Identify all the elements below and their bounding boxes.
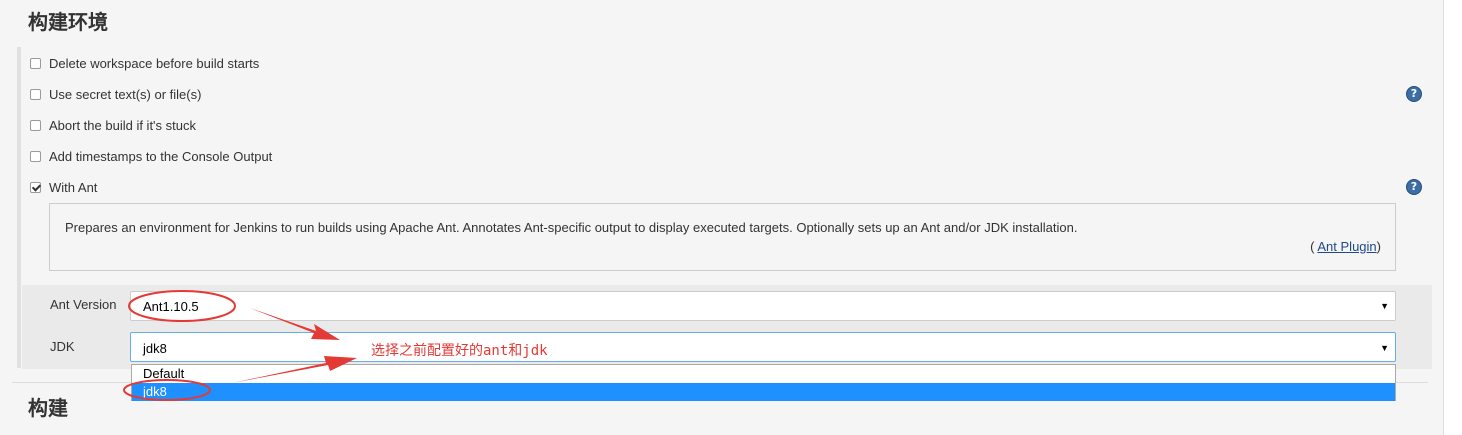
ant-description-text: Prepares an environment for Jenkins to r… [65, 220, 1078, 235]
ant-version-select[interactable]: Ant1.10.5 ▼ [130, 291, 1396, 321]
option-delete-workspace[interactable]: Delete workspace before build starts [30, 54, 259, 72]
option-abort-stuck[interactable]: Abort the build if it's stuck [30, 116, 196, 134]
checkbox[interactable] [30, 150, 41, 162]
checkbox[interactable] [30, 57, 41, 69]
ant-plugin-link[interactable]: Ant Plugin [1317, 239, 1376, 254]
jdk-value: jdk8 [143, 341, 167, 356]
section-indent-bar [17, 47, 21, 368]
option-with-ant[interactable]: With Ant [30, 178, 97, 196]
ant-version-label: Ant Version [50, 297, 117, 312]
help-icon[interactable]: ? [1406, 179, 1422, 195]
plugin-reference: ( Ant Plugin) [1310, 239, 1381, 254]
ant-version-value: Ant1.10.5 [143, 299, 199, 314]
option-label: Add timestamps to the Console Output [49, 148, 273, 164]
plugin-ref-open: ( [1310, 239, 1315, 254]
page: 构建环境 Delete workspace before build start… [0, 0, 1444, 435]
help-icon[interactable]: ? [1406, 86, 1422, 102]
section-title-build: 构建 [28, 396, 68, 420]
annotation-text: 选择之前配置好的ant和jdk [371, 343, 548, 359]
checkbox[interactable] [30, 88, 41, 100]
jdk-label: JDK [50, 339, 75, 354]
jdk-dropdown-list: Default jdk8 [131, 364, 1396, 401]
option-secret-text[interactable]: Use secret text(s) or file(s) [30, 85, 201, 103]
option-label: Use secret text(s) or file(s) [49, 86, 202, 102]
right-gutter [1444, 0, 1462, 435]
option-label: With Ant [49, 179, 98, 195]
dropdown-option-jdk8[interactable]: jdk8 [132, 383, 1395, 401]
option-timestamps[interactable]: Add timestamps to the Console Output [30, 147, 272, 165]
section-title-build-environment: 构建环境 [28, 10, 108, 34]
checkbox-checked[interactable] [30, 181, 41, 193]
jdk-select[interactable]: jdk8 ▼ [130, 332, 1396, 362]
plugin-ref-close: ) [1376, 239, 1381, 254]
ant-description-box: Prepares an environment for Jenkins to r… [49, 203, 1396, 271]
checkbox[interactable] [30, 119, 41, 131]
dropdown-arrow-icon: ▼ [1380, 343, 1389, 353]
dropdown-arrow-icon: ▼ [1380, 301, 1389, 311]
option-label: Delete workspace before build starts [49, 55, 260, 71]
option-label: Abort the build if it's stuck [49, 117, 196, 133]
dropdown-option-default[interactable]: Default [132, 365, 1395, 383]
